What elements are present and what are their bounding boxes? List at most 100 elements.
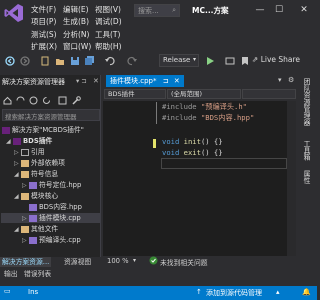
menu-extensions[interactable]: 扩展(X) — [31, 41, 57, 52]
wrench-icon[interactable] — [72, 96, 81, 105]
tree-item-label: BDS插件 — [23, 137, 53, 145]
status-icon: ▭ — [4, 287, 11, 295]
menu-window[interactable]: 窗口(W) — [63, 41, 91, 52]
references-icon — [21, 148, 29, 156]
visual-studio-logo-icon[interactable] — [4, 3, 24, 23]
expand-arrow-icon[interactable]: ◢ — [6, 137, 13, 146]
header-file-icon — [29, 203, 37, 211]
tree-item-file-selected[interactable]: ▷ 插件模块.cpp — [1, 213, 100, 223]
quick-search-placeholder: 搜索... — [138, 7, 159, 15]
scope-dropdown-value: (全局范围) — [171, 90, 203, 98]
code-editor[interactable] — [103, 101, 296, 256]
collapsed-arrow-icon[interactable]: ▷ — [14, 148, 21, 157]
tree-item-file[interactable]: ▷ 符号定位.hpp — [22, 180, 100, 190]
bottom-panel-tabs: 输出 错误列表 — [0, 267, 317, 278]
collapsed-arrow-icon[interactable]: ▷ — [22, 214, 29, 223]
comment-icon[interactable] — [225, 56, 235, 66]
expand-arrow-icon[interactable]: ◢ — [14, 192, 21, 201]
close-tab-icon[interactable]: ✕ — [174, 77, 180, 85]
menu-tools[interactable]: 工具(T) — [95, 29, 120, 40]
tree-item-core-filter[interactable]: ◢ 模块核心 — [14, 191, 100, 201]
live-share-button[interactable]: ⇗ Live Share — [252, 55, 300, 64]
member-dropdown[interactable] — [242, 89, 296, 99]
solution-explorer-title: 解决方案资源管理器 — [2, 78, 65, 86]
tab-team-explorer[interactable]: 团队资源管理器 — [301, 78, 311, 126]
tree-item-project[interactable]: ◢ BDS插件 — [6, 136, 100, 146]
forward-icon[interactable] — [20, 56, 30, 66]
chevron-down-icon: ▾ — [192, 56, 196, 63]
quick-search-input[interactable]: 搜索... ⌕ — [134, 4, 180, 17]
tab-toolbox[interactable]: 工具箱 — [301, 140, 311, 160]
maximize-button[interactable]: ☐ — [272, 3, 286, 17]
history-icon[interactable] — [29, 96, 38, 105]
menu-edit[interactable]: 编辑(E) — [63, 4, 89, 15]
folder-icon — [21, 170, 29, 178]
scope-dropdown[interactable]: (全局范围) — [167, 89, 241, 99]
start-icon[interactable] — [205, 56, 215, 66]
expand-arrow-icon[interactable]: ◢ — [14, 225, 21, 234]
refresh-icon[interactable] — [42, 96, 51, 105]
zoom-level[interactable]: 100 % — [107, 257, 129, 265]
tab-properties[interactable]: 属性 — [301, 170, 311, 184]
undo-icon[interactable] — [105, 56, 115, 66]
tab-error-list[interactable]: 错误列表 — [24, 268, 51, 278]
tab-list-dropdown-icon[interactable]: ▾ — [278, 76, 282, 84]
menu-view[interactable]: 视图(V) — [95, 4, 121, 15]
menu-file[interactable]: 文件(F) — [31, 4, 56, 15]
editor-tab-label: 插件模块.cpp* — [110, 77, 157, 85]
close-panel-icon[interactable]: ✕ — [93, 77, 99, 85]
tree-item-other-filter[interactable]: ◢ 其他文件 — [14, 224, 100, 234]
bookmark-icon[interactable] — [240, 56, 250, 66]
notification-bell-icon[interactable]: 🔔 — [302, 288, 311, 296]
pin-icon[interactable]: ⊐ — [163, 77, 169, 85]
menu-test[interactable]: 测试(S) — [31, 29, 57, 40]
tree-item-label: BDS内容.hpp — [39, 203, 82, 211]
pin-icon[interactable]: ▾ ⊐ — [76, 77, 87, 85]
tree-item-file[interactable]: BDS内容.hpp — [22, 202, 100, 212]
tree-item-references[interactable]: ▷ 引用 — [14, 147, 100, 157]
tree-item-symbols-filter[interactable]: ◢ 符号信息 — [14, 169, 100, 179]
tree-item-solution[interactable]: 解决方案"MCBDS插件" — [2, 125, 100, 135]
menu-debug[interactable]: 调试(D) — [95, 16, 122, 27]
solution-search-input[interactable]: 搜索解决方案资源管理器 — [2, 109, 100, 121]
tab-resource-view[interactable]: 资源视图 — [64, 257, 91, 267]
menu-project[interactable]: 项目(P) — [31, 16, 56, 27]
collapsed-arrow-icon[interactable]: ▷ — [22, 181, 29, 190]
menu-help[interactable]: 帮助(H) — [95, 41, 122, 52]
redo-icon[interactable] — [127, 56, 137, 66]
window-title: MC...方案 — [192, 6, 229, 15]
tree-item-label: 符号信息 — [31, 170, 59, 178]
collapsed-arrow-icon[interactable]: ▷ — [14, 159, 21, 168]
editor-vertical-scrollbar[interactable] — [287, 101, 296, 256]
project-dropdown[interactable]: BDS插件 — [104, 89, 166, 99]
expand-arrow-icon[interactable]: ◢ — [14, 170, 21, 179]
tree-item-label: 插件模块.cpp — [39, 214, 81, 222]
editor-tab-active[interactable]: 插件模块.cpp* ⊐ ✕ — [106, 75, 184, 87]
tree-item-external-deps[interactable]: ▷ 外部依赖项 — [14, 158, 100, 168]
collapse-all-icon[interactable] — [58, 96, 67, 105]
menu-analyze[interactable]: 分析(N) — [63, 29, 89, 40]
tree-item-file[interactable]: ▷ 预编译头.cpp — [22, 235, 100, 245]
open-folder-icon[interactable] — [55, 56, 65, 66]
close-window-button[interactable]: ✕ — [297, 3, 311, 17]
save-all-icon[interactable] — [85, 56, 95, 66]
minimize-button[interactable]: — — [253, 3, 267, 17]
tab-solution-explorer[interactable]: 解决方案资源... — [0, 257, 52, 267]
solution-configuration-select[interactable]: Release ▾ — [159, 54, 199, 67]
folder-icon — [21, 225, 29, 233]
collapsed-arrow-icon[interactable]: ▷ — [22, 236, 29, 245]
sync-icon[interactable] — [16, 96, 25, 105]
tab-output[interactable]: 输出 — [4, 268, 18, 278]
current-line-highlight — [161, 158, 287, 169]
new-file-icon[interactable] — [40, 56, 50, 66]
home-icon[interactable] — [3, 96, 12, 105]
no-issues-icon — [149, 256, 158, 267]
insert-mode[interactable]: Ins — [28, 288, 38, 296]
chevron-down-icon[interactable]: ▾ — [133, 257, 136, 264]
save-icon[interactable] — [70, 56, 80, 66]
menu-build[interactable]: 生成(B) — [63, 16, 89, 27]
back-icon[interactable] — [5, 56, 15, 66]
source-control-button[interactable]: 添加到源代码管理 — [206, 288, 262, 298]
project-dropdown-value: BDS插件 — [108, 90, 135, 98]
settings-gear-icon[interactable]: ⚙ — [288, 76, 294, 84]
